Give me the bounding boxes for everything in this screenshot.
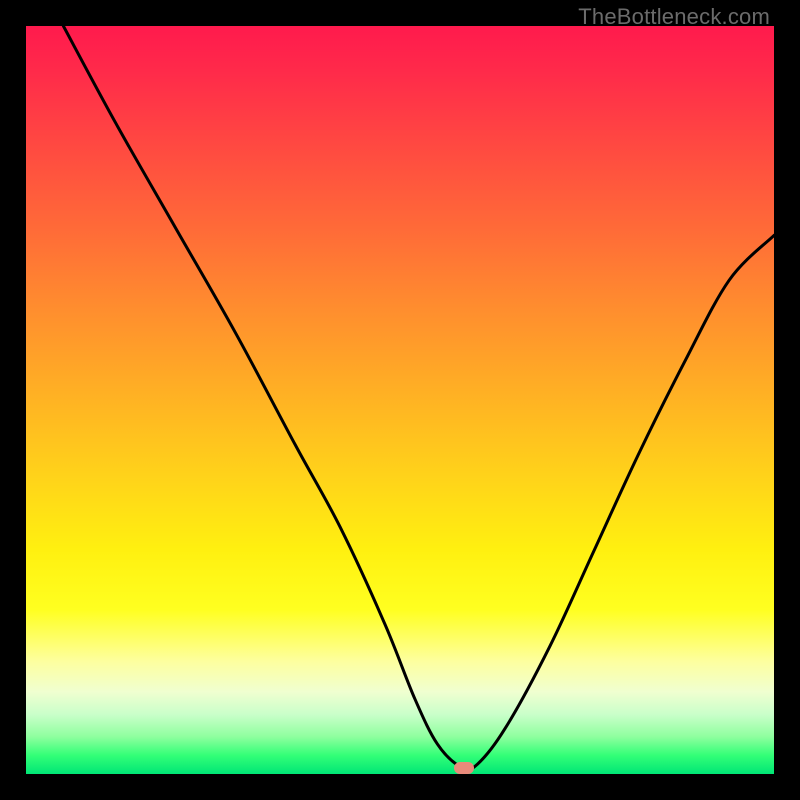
plot-area bbox=[26, 26, 774, 774]
bottleneck-curve bbox=[26, 26, 774, 774]
optimal-marker-icon bbox=[454, 762, 474, 774]
chart-frame: TheBottleneck.com bbox=[0, 0, 800, 800]
